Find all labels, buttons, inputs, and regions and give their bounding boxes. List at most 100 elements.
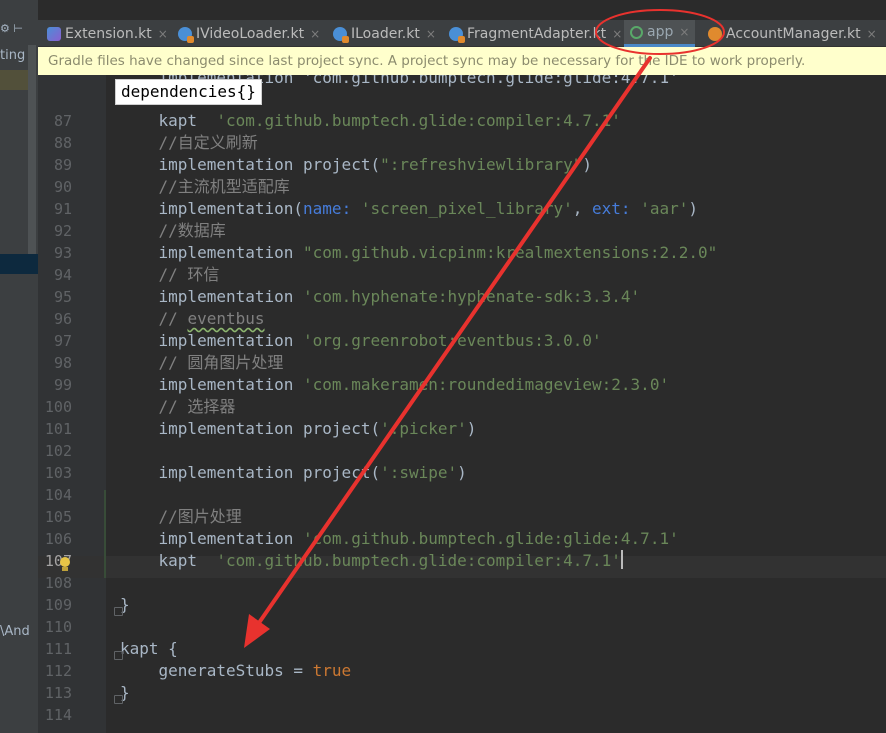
tab-app-gradle[interactable]: app × bbox=[624, 20, 696, 47]
code-line: implementation project(':swipe') bbox=[120, 462, 467, 484]
code-line: implementation 'com.hyphenate:hyphenate-… bbox=[120, 286, 641, 308]
editor-tab-bar: Extension.kt × IVideoLoader.kt × ILoader… bbox=[38, 20, 886, 47]
code-token: 'org.greenrobot:eventbus:3.0.0' bbox=[303, 331, 602, 350]
tab-fragmentadapter-kt[interactable]: FragmentAdapter.kt × bbox=[449, 20, 622, 47]
tab-label: IVideoLoader.kt bbox=[196, 25, 305, 42]
code-token: "com.github.vicpinm:krealmextensions:2.2… bbox=[303, 243, 718, 262]
code-line: // 选择器 bbox=[120, 396, 236, 418]
code-token: // 选择器 bbox=[158, 397, 236, 416]
code-token: ) bbox=[457, 463, 467, 482]
code-token: // bbox=[158, 309, 188, 328]
code-editor[interactable]: implementation 'com.github.bumptech.glid… bbox=[106, 75, 886, 733]
project-panel-selected-row[interactable] bbox=[0, 254, 38, 274]
kotlin-interface-icon bbox=[178, 26, 194, 43]
gradle-sync-banner: Gradle files have changed since last pro… bbox=[38, 47, 886, 75]
fold-end-icon[interactable] bbox=[114, 695, 123, 704]
close-icon[interactable]: × bbox=[426, 27, 436, 41]
tab-accountmanager-kt[interactable]: AccountManager.kt × bbox=[708, 20, 877, 47]
lightbulb-icon[interactable] bbox=[59, 557, 71, 573]
code-line: implementation 'com.github.bumptech.glid… bbox=[120, 528, 679, 550]
code-token: // 圆角图片处理 bbox=[158, 353, 284, 372]
kotlin-class-icon bbox=[449, 26, 465, 43]
project-panel-toolbar-icons[interactable]: ⚙ ⊢ bbox=[0, 22, 38, 36]
line-number: 114 bbox=[44, 706, 72, 724]
code-line: implementation 'org.greenrobot:eventbus:… bbox=[120, 330, 602, 352]
code-token: eventbus bbox=[187, 309, 265, 328]
code-token: name: bbox=[303, 199, 361, 218]
line-number: 103 bbox=[44, 464, 72, 482]
banner-text: Gradle files have changed since last pro… bbox=[48, 53, 806, 69]
tab-label: Extension.kt bbox=[65, 25, 152, 42]
code-token: ':swipe' bbox=[380, 463, 458, 482]
close-icon[interactable]: × bbox=[867, 27, 877, 41]
code-token: , bbox=[572, 199, 593, 218]
line-number: 96 bbox=[53, 310, 72, 328]
code-line: //数据库 bbox=[120, 220, 226, 242]
line-number: 112 bbox=[44, 662, 72, 680]
fold-start-icon[interactable] bbox=[114, 651, 123, 660]
close-icon[interactable]: × bbox=[158, 27, 168, 41]
code-line: //自定义刷新 bbox=[120, 132, 258, 154]
fold-end-icon[interactable] bbox=[114, 607, 123, 616]
code-line: //图片处理 bbox=[120, 506, 242, 528]
line-number: 97 bbox=[53, 332, 72, 350]
tab-iloader-kt[interactable]: ILoader.kt × bbox=[333, 20, 436, 47]
code-line: kapt { bbox=[120, 638, 178, 660]
code-line: kapt 'com.github.bumptech.glide:compiler… bbox=[120, 110, 621, 132]
breadcrumb-dependencies[interactable]: dependencies{} bbox=[115, 79, 262, 105]
code-token: ":refreshviewlibrary" bbox=[380, 155, 583, 174]
tab-label: AccountManager.kt bbox=[726, 25, 861, 42]
code-token: 'com.makeramen:roundedimageview:2.3.0' bbox=[303, 375, 670, 394]
code-line: implementation 'com.makeramen:roundedima… bbox=[120, 374, 670, 396]
code-token: //自定义刷新 bbox=[158, 133, 258, 152]
line-number: 109 bbox=[44, 596, 72, 614]
code-line: implementation project(":refreshviewlibr… bbox=[120, 154, 593, 176]
code-token: //主流机型适配库 bbox=[158, 177, 290, 196]
line-number: 89 bbox=[53, 156, 72, 174]
project-panel-truncated-path: \And bbox=[0, 624, 30, 639]
code-token: ext: bbox=[592, 199, 641, 218]
line-number: 101 bbox=[44, 420, 72, 438]
code-token: ) bbox=[582, 155, 593, 174]
code-line: // 环信 bbox=[120, 264, 220, 286]
line-number: 100 bbox=[44, 398, 72, 416]
project-panel-strip: ⚙ ⊢ ting \And bbox=[0, 0, 38, 733]
code-token: // 环信 bbox=[158, 265, 220, 284]
code-token: implementation( bbox=[158, 199, 304, 218]
code-token: implementation project( bbox=[158, 463, 381, 482]
code-token: implementation bbox=[158, 529, 304, 548]
close-icon[interactable]: × bbox=[679, 25, 689, 39]
line-number: 87 bbox=[53, 112, 72, 130]
code-line: kapt 'com.github.bumptech.glide:compiler… bbox=[120, 550, 623, 572]
tab-extension-kt[interactable]: Extension.kt × bbox=[47, 20, 168, 47]
close-icon[interactable]: × bbox=[310, 27, 320, 41]
line-number-gutter[interactable]: 87 88 89 90 91 92 93 94 95 96 97 98 99 100 101 102 103 10… bbox=[38, 75, 106, 733]
project-panel-truncated-label: ting bbox=[0, 48, 26, 63]
code-token: implementation bbox=[158, 375, 304, 394]
code-line: // 圆角图片处理 bbox=[120, 352, 284, 374]
line-number: 90 bbox=[53, 178, 72, 196]
line-number: 108 bbox=[44, 574, 72, 592]
code-token: 'com.github.bumptech.glide:compiler:4.7.… bbox=[216, 551, 621, 570]
tab-label: ILoader.kt bbox=[351, 25, 420, 42]
project-panel-highlight bbox=[0, 70, 28, 90]
line-number: 91 bbox=[53, 200, 72, 218]
tab-ivideoloader-kt[interactable]: IVideoLoader.kt × bbox=[178, 20, 320, 47]
code-token: 'com.github.bumptech.glide:compiler:4.7.… bbox=[216, 111, 621, 130]
line-number: 102 bbox=[44, 442, 72, 460]
line-number: 99 bbox=[53, 376, 72, 394]
code-line: generateStubs = true bbox=[120, 660, 352, 682]
project-panel-scrollbar[interactable] bbox=[28, 45, 36, 255]
close-icon[interactable]: × bbox=[612, 27, 622, 41]
line-number: 92 bbox=[53, 222, 72, 240]
